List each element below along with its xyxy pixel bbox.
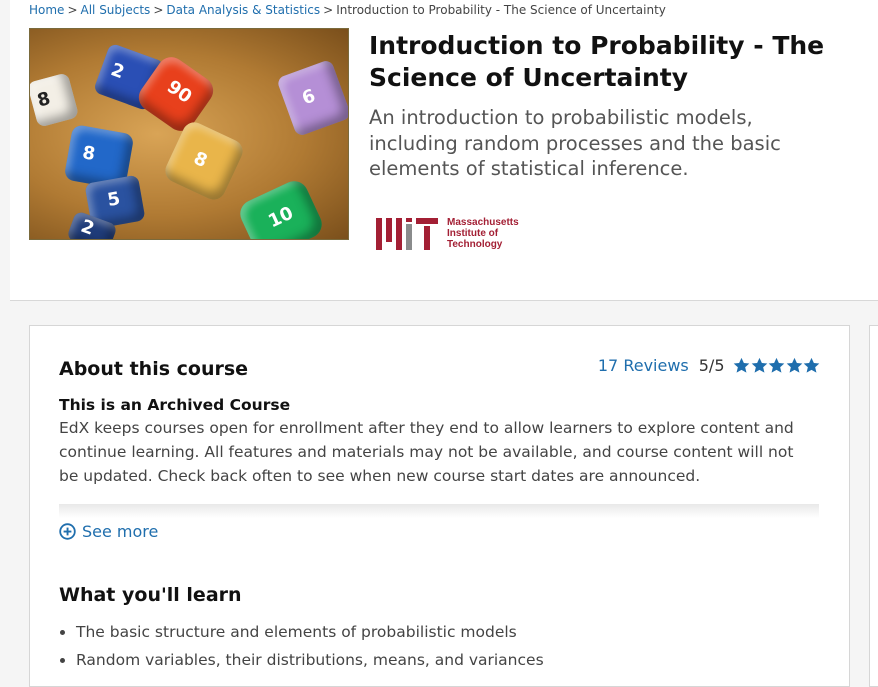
institution-name-line: Massachusetts	[447, 216, 519, 228]
reviews-summary: 17 Reviews 5/5	[598, 356, 820, 375]
breadcrumb-separator: >	[153, 3, 164, 17]
breadcrumb-data-analysis-link[interactable]: Data Analysis & Statistics	[166, 3, 320, 17]
archived-description: EdX keeps courses open for enrollment af…	[59, 419, 794, 485]
institution-name: Massachusetts Institute of Technology	[447, 217, 519, 250]
star-icon	[803, 357, 820, 373]
see-more-button[interactable]: See more	[59, 522, 158, 541]
list-item: The basic structure and elements of prob…	[76, 618, 816, 646]
star-icon	[768, 357, 785, 373]
course-hero-image: 8 2 90 6 8 8 5 10 2	[29, 28, 349, 240]
breadcrumb-current: Introduction to Probability - The Scienc…	[336, 3, 666, 17]
mit-logo-icon	[376, 218, 438, 250]
see-more-label: See more	[82, 522, 159, 541]
dice-image: 10	[235, 176, 327, 239]
course-title: Introduction to Probability - The Scienc…	[369, 31, 825, 92]
breadcrumb: Home > All Subjects > Data Analysis & Statis…	[29, 3, 666, 17]
institution-name-line: Institute of	[447, 227, 499, 239]
breadcrumb-separator: >	[67, 3, 78, 17]
content-fade	[59, 504, 819, 518]
breadcrumb-home-link[interactable]: Home	[29, 3, 64, 17]
reviews-link[interactable]: 17 Reviews	[598, 356, 689, 375]
dice-image: 6	[276, 58, 348, 138]
mit-logo[interactable]: Massachusetts Institute of Technology	[376, 214, 519, 252]
learn-list: The basic structure and elements of prob…	[59, 618, 816, 674]
breadcrumb-separator: >	[323, 3, 334, 17]
star-icon	[733, 357, 750, 373]
sidebar-card	[869, 325, 878, 687]
institution-name-line: Technology	[447, 238, 503, 250]
learn-heading: What you'll learn	[59, 584, 242, 606]
dice-image: 8	[161, 118, 247, 204]
dice-image: 8	[30, 72, 80, 128]
rating-score: 5/5	[698, 356, 725, 375]
course-subtitle: An introduction to probabilistic models,…	[369, 106, 781, 180]
archived-heading: This is an Archived Course	[59, 396, 291, 414]
plus-circle-icon	[59, 523, 76, 540]
about-course-card: About this course This is an Archived Co…	[29, 325, 850, 687]
about-heading: About this course	[59, 358, 249, 380]
star-icon	[786, 357, 802, 373]
star-icon	[751, 357, 767, 373]
breadcrumb-all-subjects-link[interactable]: All Subjects	[81, 3, 151, 17]
star-rating	[733, 357, 821, 374]
